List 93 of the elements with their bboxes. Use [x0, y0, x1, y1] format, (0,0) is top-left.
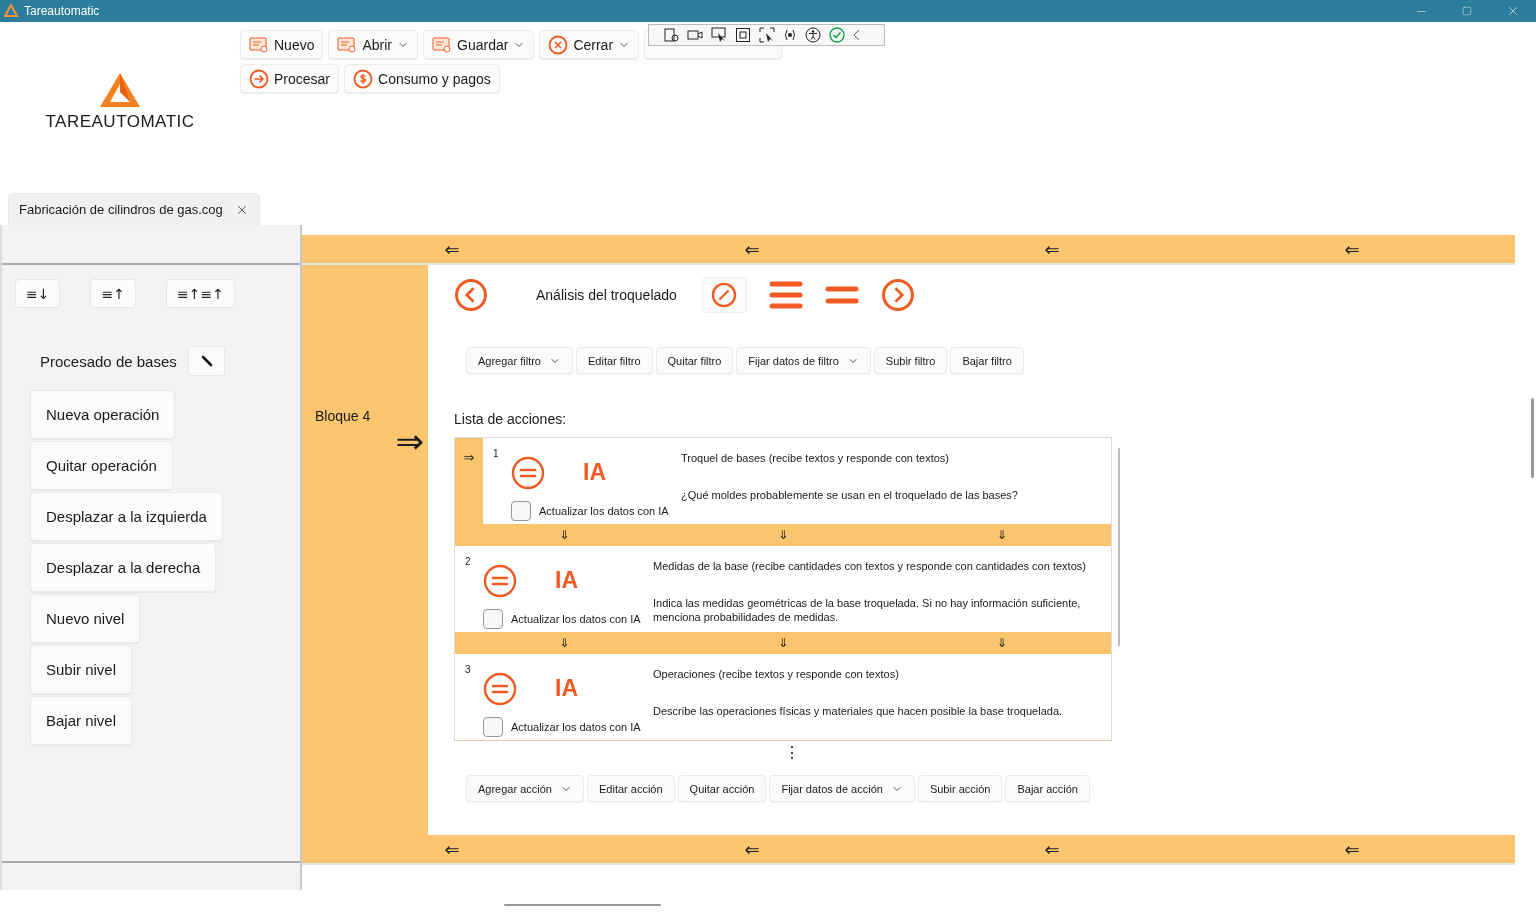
- operation-button[interactable]: Desplazar a la izquierda: [30, 492, 223, 541]
- operation-button[interactable]: Desplazar a la derecha: [30, 543, 217, 592]
- pencil-icon: [200, 355, 213, 367]
- operation-button[interactable]: Nuevo nivel: [30, 594, 141, 643]
- toolbar-button[interactable]: Nuevo: [240, 30, 324, 59]
- dollar-icon: [353, 68, 374, 89]
- operation-button[interactable]: Nueva operación: [30, 390, 176, 439]
- checkbox-label: Actualizar los datos con IA: [539, 504, 669, 517]
- close-icon[interactable]: [1506, 4, 1520, 18]
- down-arrow: ⇓: [558, 527, 571, 544]
- down-arrow: ⇓: [995, 527, 1008, 544]
- toolbar-button[interactable]: Guardar: [423, 30, 535, 59]
- left-arrow: ⇐: [443, 838, 461, 860]
- level-title: Procesado de bases: [40, 352, 178, 370]
- block-label: Bloque 4: [315, 408, 372, 424]
- track-focus-icon[interactable]: [759, 27, 775, 43]
- down-arrow: ⇓: [995, 635, 1008, 652]
- check-circle-icon[interactable]: [829, 27, 845, 43]
- checkbox-label: Actualizar los datos con IA: [511, 612, 641, 625]
- sort-button[interactable]: ≡↓: [15, 279, 61, 308]
- accessibility-icon[interactable]: [805, 27, 821, 43]
- checkbox-label: Actualizar los datos con IA: [511, 720, 641, 733]
- checkbox[interactable]: [483, 716, 503, 737]
- operation-button[interactable]: Bajar nivel: [30, 696, 133, 745]
- logo-icon: [99, 72, 141, 108]
- operation-title: Análisis del troquelado: [536, 287, 677, 303]
- left-arrow: ⇐: [443, 238, 461, 260]
- down-arrow: ⇓: [776, 527, 790, 544]
- live-tree-icon[interactable]: [663, 27, 679, 43]
- operation-button[interactable]: Subir nivel: [30, 645, 133, 694]
- ai-label: IA: [555, 567, 578, 594]
- action-number: 1: [493, 448, 500, 460]
- left-arrow: ⇐: [1343, 838, 1361, 860]
- binding-icon[interactable]: [783, 28, 797, 42]
- document-icon: [249, 36, 269, 53]
- equals-circle-icon: [511, 455, 545, 490]
- scrollbar[interactable]: [1118, 448, 1120, 646]
- pointer-arrow: ⇒: [463, 450, 475, 466]
- left-arrow: ⇐: [1043, 238, 1061, 260]
- logo-text: TAREAUTOMATIC: [45, 112, 195, 132]
- action-number: 2: [465, 556, 472, 568]
- left-arrow: ⇐: [743, 238, 761, 260]
- edit-button[interactable]: [188, 346, 225, 376]
- menu-icon[interactable]: [768, 280, 803, 310]
- left-arrow: ⇐: [1043, 838, 1061, 860]
- toolbar-button[interactable]: Abrir: [328, 30, 419, 59]
- video-icon[interactable]: [687, 27, 703, 43]
- app-logo-icon: [4, 4, 18, 18]
- equals-icon[interactable]: [824, 285, 859, 305]
- ai-label: IA: [583, 459, 606, 486]
- equals-circle-icon: [483, 563, 517, 598]
- next-icon: [880, 278, 915, 312]
- toolbar-button[interactable]: Procesar: [240, 64, 340, 93]
- toolbar-button[interactable]: Consumo y pagos: [344, 64, 500, 93]
- cancel-icon: [548, 34, 569, 55]
- right-arrow: ⇒: [395, 424, 424, 458]
- tab-label: Fabricación de cilindros de gas.cog: [19, 202, 223, 217]
- ai-label: IA: [555, 675, 578, 702]
- down-arrow: ⇓: [558, 635, 571, 652]
- arrow-right-icon: [249, 68, 269, 89]
- collapse-icon[interactable]: [853, 29, 861, 41]
- restore-icon[interactable]: [1462, 6, 1472, 16]
- action-item[interactable]: 3 IA Actualizar los datos con IA Operaciones (recibe textos y responde con textos) Describe las operaciones físicas y materiales que hacen posible la base troquelada.: [455, 654, 1111, 740]
- sort-button[interactable]: ≡↑: [90, 279, 136, 308]
- document-icon: [432, 36, 453, 53]
- frame-icon[interactable]: [735, 27, 751, 43]
- actions-heading: Lista de acciones:: [454, 411, 568, 427]
- action-prompt: ¿Qué moldes probablemente se usan en el troquelado de las bases?: [681, 488, 1019, 502]
- action-item[interactable]: ⇒ 1 IA Actualizar los datos con IA Troquel de bases (recibe textos y responde con textos) ¿Qué moldes probablemente se usan en el troquelado de las bases?: [455, 438, 1111, 524]
- equals-circle-icon: [483, 671, 517, 706]
- toolbar-button[interactable]: Cerrar: [539, 30, 640, 59]
- previous-icon: [454, 278, 488, 312]
- checkbox[interactable]: [483, 608, 503, 629]
- action-title: Troquel de bases (recibe textos y responde con textos): [681, 451, 950, 465]
- document-icon: [337, 36, 358, 53]
- left-arrow: ⇐: [743, 838, 761, 860]
- action-title: Medidas de la base (recibe cantidades con textos y responde con cantidades con textos): [653, 559, 1087, 573]
- more-icon: ⋮: [784, 745, 1515, 761]
- action-title: Operaciones (recibe textos y responde con textos): [653, 667, 900, 681]
- action-number: 3: [465, 664, 472, 676]
- checkbox[interactable]: [511, 500, 531, 521]
- down-arrow: ⇓: [776, 635, 790, 652]
- no-entry-icon: [711, 282, 738, 308]
- action-prompt: Indica las medidas geométricas de la base troquelada. Si no hay información suficiente, menciona probabilidades de medidas.: [653, 596, 1082, 624]
- left-arrow: ⇐: [1343, 238, 1361, 260]
- action-prompt: Describe las operaciones físicas y materiales que hacen posible la base troquelada.: [653, 704, 1064, 718]
- select-element-icon[interactable]: [711, 27, 727, 43]
- window-title: Tareautomatic: [24, 4, 101, 18]
- operation-button[interactable]: Quitar operación: [30, 441, 173, 490]
- scrollbar[interactable]: [504, 904, 661, 906]
- sort-button[interactable]: ≡↑≡↑: [165, 279, 235, 308]
- document-tab[interactable]: Fabricación de cilindros de gas.cog: [8, 193, 260, 225]
- scrollbar[interactable]: [1531, 398, 1534, 478]
